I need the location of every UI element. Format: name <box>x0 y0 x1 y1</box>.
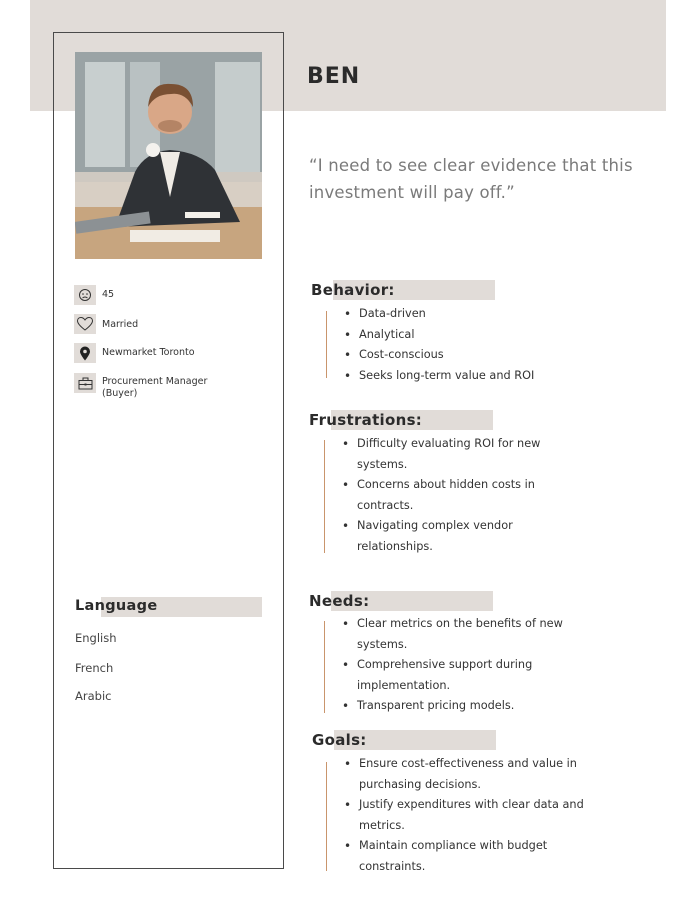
info-location-row: Newmarket Toronto <box>74 343 232 363</box>
info-status-row: Married <box>74 314 232 334</box>
info-occupation-row: Procurement Manager (Buyer) <box>74 373 232 400</box>
goals-list: Ensure cost-effectiveness and value in p… <box>344 754 584 877</box>
needs-title: Needs: <box>309 592 370 610</box>
list-item: Clear metrics on the benefits of new sys… <box>342 614 577 655</box>
behavior-title: Behavior: <box>311 281 395 299</box>
list-item: Navigating complex vendor relationships. <box>342 516 567 557</box>
behavior-list: Data-driven Analytical Cost-conscious Se… <box>344 304 574 386</box>
language-item: French <box>75 661 114 675</box>
briefcase-icon <box>74 373 96 393</box>
behavior-heading: Behavior: <box>311 280 497 300</box>
needs-accent-line <box>324 621 325 713</box>
language-item: English <box>75 631 117 645</box>
list-item: Analytical <box>344 325 574 346</box>
language-title: Language <box>75 598 158 614</box>
face-icon <box>74 285 96 305</box>
needs-list: Clear metrics on the benefits of new sys… <box>342 614 577 717</box>
heart-icon <box>74 314 96 334</box>
goals-accent-line <box>326 762 327 871</box>
list-item: Cost-conscious <box>344 345 574 366</box>
list-item: Data-driven <box>344 304 574 325</box>
language-item: Arabic <box>75 689 112 703</box>
persona-quote: “I need to see clear evidence that this … <box>309 156 633 202</box>
goals-title: Goals: <box>312 731 367 749</box>
frustrations-title: Frustrations: <box>309 411 423 429</box>
list-item: Difficulty evaluating ROI for new system… <box>342 434 567 475</box>
occupation-text: Procurement Manager (Buyer) <box>102 376 208 399</box>
language-heading: Language <box>75 597 262 617</box>
needs-heading: Needs: <box>309 591 495 611</box>
location-pin-icon <box>74 343 96 363</box>
persona-name: BEN <box>307 64 361 89</box>
persona-photo <box>75 52 262 259</box>
goals-heading: Goals: <box>312 730 498 750</box>
location-text: Newmarket Toronto <box>102 347 195 358</box>
status-text: Married <box>102 319 139 330</box>
behavior-accent-line <box>326 311 327 378</box>
age-text: 45 <box>102 289 115 300</box>
frustrations-accent-line <box>324 440 325 553</box>
list-item: Concerns about hidden costs in contracts… <box>342 475 567 516</box>
list-item: Comprehensive support during implementat… <box>342 655 577 696</box>
info-age-row: 45 <box>74 285 232 305</box>
list-item: Ensure cost-effectiveness and value in p… <box>344 754 584 795</box>
list-item: Transparent pricing models. <box>342 696 577 717</box>
list-item: Seeks long-term value and ROI <box>344 366 574 387</box>
frustrations-list: Difficulty evaluating ROI for new system… <box>342 434 567 557</box>
frustrations-heading: Frustrations: <box>309 410 495 430</box>
list-item: Maintain compliance with budget constrai… <box>344 836 584 877</box>
list-item: Justify expenditures with clear data and… <box>344 795 584 836</box>
